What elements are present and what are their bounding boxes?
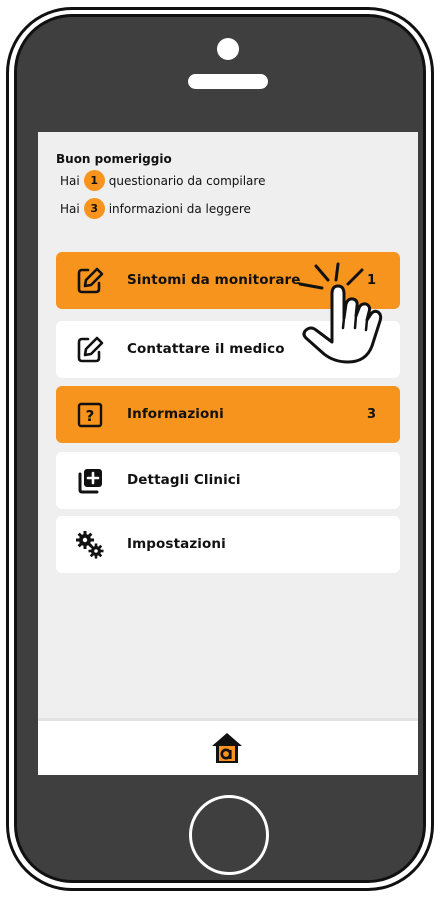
edit-icon [74,334,106,366]
menu-item-informazioni[interactable]: ? Informazioni 3 [56,386,400,443]
menu-item-label: Sintomi da monitorare [127,272,301,288]
svg-text:?: ? [86,407,95,425]
menu-item-dettagli-clinici[interactable]: Dettagli Clinici [56,452,400,509]
camera-icon [217,38,239,60]
speaker-icon [188,74,268,89]
edit-icon [74,265,106,297]
notice-prefix: Hai [60,173,80,188]
hardware-home-button[interactable] [189,795,269,875]
notice-text: informazioni da leggere [108,201,251,216]
question-box-icon: ? [74,399,106,431]
notice-prefix: Hai [60,201,80,216]
menu-item-label: Impostazioni [127,536,226,552]
notice-count-badge: 1 [83,170,105,191]
gears-icon [74,529,106,561]
notice-information: Hai 3 informazioni da leggere [60,198,251,219]
app-screen: Buon pomeriggio Hai 1 questionario da co… [38,132,418,775]
notice-count-badge: 3 [83,198,105,219]
tap-hand-icon [298,262,383,364]
home-logo-icon[interactable] [210,731,244,765]
menu-item-label: Dettagli Clinici [127,472,241,488]
notice-questionnaire: Hai 1 questionario da compilare [60,170,265,191]
menu-item-count: 3 [366,407,376,422]
add-copy-icon [74,465,106,497]
menu-item-label: Informazioni [127,406,224,422]
bottom-navigation [38,718,418,775]
menu-item-impostazioni[interactable]: Impostazioni [56,516,400,573]
menu-item-label: Contattare il medico [127,341,285,357]
notice-text: questionario da compilare [108,173,266,188]
greeting-text: Buon pomeriggio [56,152,172,166]
